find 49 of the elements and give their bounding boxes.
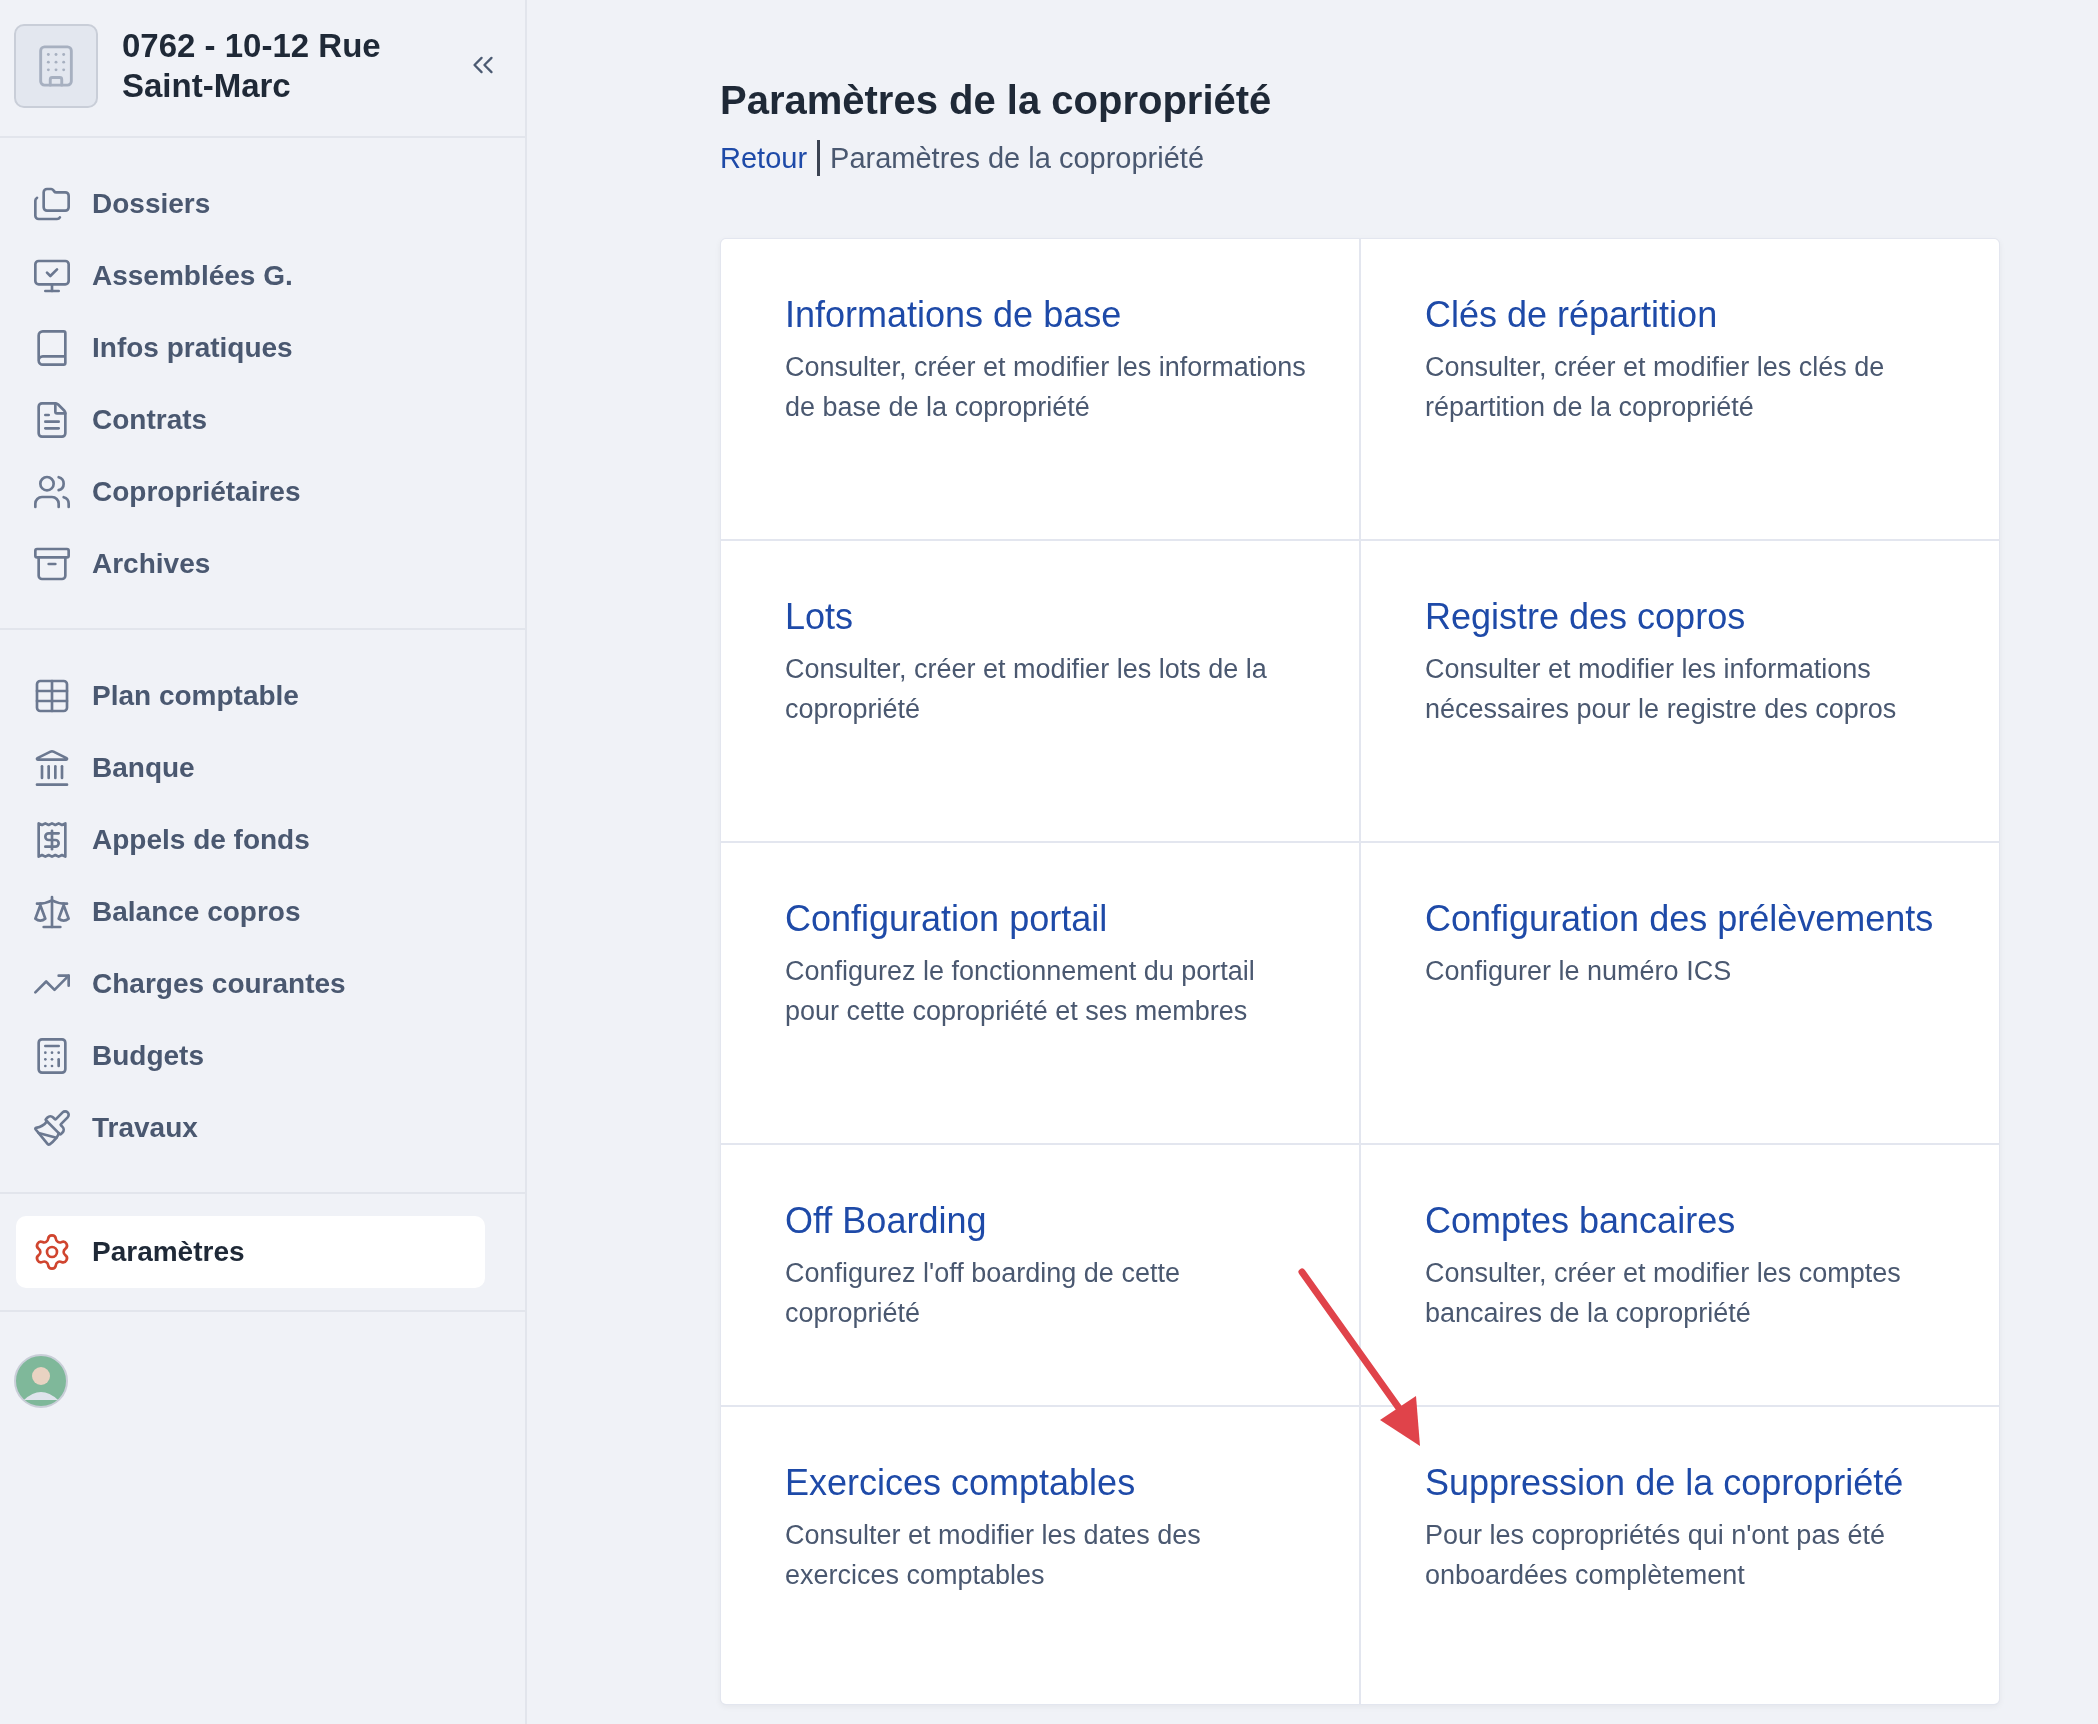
card-title: Clés de répartition bbox=[1425, 297, 1719, 333]
card-description: Consulter, créer et modifier les informations de base de la copropriété bbox=[785, 351, 1307, 424]
settings-card[interactable]: Comptes bancaires Consulter, créer et modifier les comptes bancaires de la copropriété bbox=[1361, 1145, 1999, 1405]
nav-item[interactable]: Plan comptable bbox=[16, 660, 485, 732]
settings-card[interactable]: Off Boarding Configurez l'off boarding de cette copropriété bbox=[721, 1145, 1359, 1405]
nav-item[interactable]: Contrats bbox=[16, 384, 485, 456]
settings-card[interactable]: Exercices comptables Consulter et modifier les dates des exercices comptables bbox=[721, 1407, 1359, 1704]
card-title: Informations de base bbox=[785, 297, 1123, 333]
card-title: Suppression de la copropriété bbox=[1425, 1465, 1905, 1501]
card-description: Configurer le numéro ICS bbox=[1425, 955, 1733, 988]
settings-card[interactable]: Suppression de la copropriété Pour les copropriétés qui n'ont pas été onboardées complètement bbox=[1361, 1407, 1999, 1704]
settings-card[interactable]: Configuration portail Configurez le fonctionnement du portail pour cette copropriété et ses membres bbox=[721, 843, 1359, 1143]
card-title: Comptes bancaires bbox=[1425, 1203, 1737, 1239]
settings-card[interactable]: Clés de répartition Consulter, créer et modifier les clés de répartition de la copropriété bbox=[1361, 239, 1999, 539]
card-description: Pour les copropriétés qui n'ont pas été onboardées complètement bbox=[1425, 1519, 1886, 1592]
card-description: Configurez l'off boarding de cette copropriété bbox=[785, 1257, 1181, 1330]
nav-item[interactable]: Assemblées G. bbox=[16, 240, 485, 312]
settings-card[interactable]: Registre des copros Consulter et modifier les informations nécessaires pour le registre des copros bbox=[1361, 541, 1999, 841]
breadcrumb-current: Paramètres de la copropriété bbox=[817, 140, 1205, 176]
paintbrush-icon bbox=[32, 1108, 72, 1148]
settings-card[interactable]: Lots Consulter, créer et modifier les lots de la copropriété bbox=[721, 541, 1359, 841]
nav-item[interactable]: Paramètres bbox=[16, 1216, 485, 1288]
nav-item[interactable]: Infos pratiques bbox=[16, 312, 485, 384]
nav-item[interactable]: Appels de fonds bbox=[16, 804, 485, 876]
nav-item[interactable]: Archives bbox=[16, 528, 485, 600]
nav-item[interactable]: Dossiers bbox=[16, 168, 485, 240]
card-title: Off Boarding bbox=[785, 1203, 988, 1239]
nav-item[interactable]: Copropriétaires bbox=[16, 456, 485, 528]
nav-item[interactable]: Balance copros bbox=[16, 876, 485, 948]
card-title: Registre des copros bbox=[1425, 599, 1747, 635]
card-description: Consulter, créer et modifier les lots de la copropriété bbox=[785, 653, 1268, 726]
settings-card[interactable]: Informations de base Consulter, créer et modifier les informations de base de la copropriété bbox=[721, 239, 1359, 539]
card-description: Consulter et modifier les dates des exercices comptables bbox=[785, 1519, 1202, 1592]
settings-card[interactable]: Configuration des prélèvements Configurer le numéro ICS bbox=[1361, 843, 1999, 1143]
card-title: Exercices comptables bbox=[785, 1465, 1137, 1501]
card-description: Consulter et modifier les informations nécessaires pour le registre des copros bbox=[1425, 653, 1898, 726]
back-link[interactable]: Retour bbox=[720, 140, 818, 176]
card-title: Configuration portail bbox=[785, 901, 1109, 937]
card-description: Consulter, créer et modifier les clés de répartition de la copropriété bbox=[1425, 351, 1886, 424]
nav-item[interactable]: Banque bbox=[16, 732, 485, 804]
card-description: Consulter, créer et modifier les comptes bancaires de la copropriété bbox=[1425, 1257, 1902, 1330]
nav-item[interactable]: Charges courantes bbox=[16, 948, 485, 1020]
property-title: 0762 - 10-12 Rue Saint-Marc bbox=[122, 26, 382, 106]
nav-item[interactable]: Budgets bbox=[16, 1020, 485, 1092]
card-title: Configuration des prélèvements bbox=[1425, 901, 1935, 937]
card-description: Configurez le fonctionnement du portail pour cette copropriété et ses membres bbox=[785, 955, 1256, 1028]
nav-item[interactable]: Travaux bbox=[16, 1092, 485, 1164]
card-title: Lots bbox=[785, 599, 855, 635]
page-title: Paramètres de la copropriété bbox=[720, 77, 1273, 124]
